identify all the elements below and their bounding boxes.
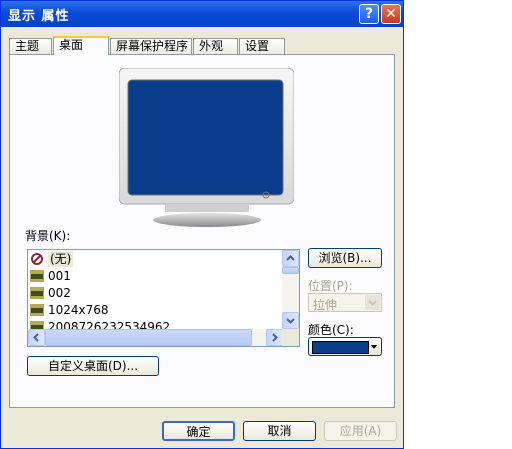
background-list[interactable]: (无) 001 002 1024x768 20087262325349​62 xyxy=(27,249,300,347)
vertical-scroll-thumb[interactable] xyxy=(282,267,299,274)
customize-desktop-button[interactable]: 自定义桌面(D)... xyxy=(27,356,159,376)
tab-screensaver[interactable]: 屏幕保护程序 xyxy=(110,38,192,54)
browse-button[interactable]: 浏览(B)... xyxy=(308,248,382,268)
display-properties-dialog: 显示 属性 ? ✕ 主题 桌面 屏幕保护程序 外观 设置 背景(K): (无) … xyxy=(0,0,404,449)
arrow-down-icon xyxy=(286,318,295,324)
scroll-down-button[interactable] xyxy=(282,312,299,329)
position-select[interactable]: 拉伸 xyxy=(308,293,382,312)
arrow-right-icon xyxy=(272,333,278,342)
scrollbar-corner xyxy=(282,329,299,346)
position-value: 拉伸 xyxy=(313,298,338,312)
monitor-preview xyxy=(119,68,294,227)
chevron-down-icon xyxy=(368,300,377,306)
tab-settings[interactable]: 设置 xyxy=(239,38,285,54)
jpeg-file-icon xyxy=(30,287,44,299)
cancel-button[interactable]: 取消 xyxy=(243,421,316,441)
tab-appearance[interactable]: 外观 xyxy=(193,38,238,54)
jpeg-file-icon xyxy=(30,304,44,316)
jpeg-file-icon xyxy=(30,270,44,282)
scroll-up-button[interactable] xyxy=(282,250,299,267)
window-title: 显示 属性 xyxy=(8,9,70,24)
arrow-left-icon xyxy=(33,333,39,342)
arrow-up-icon xyxy=(286,255,295,261)
preview-screen xyxy=(127,79,284,196)
tab-desktop[interactable]: 桌面 xyxy=(53,36,109,55)
apply-button[interactable]: 应用(A) xyxy=(324,421,397,441)
color-picker-button[interactable] xyxy=(308,337,382,356)
title-bar[interactable]: 显示 属性 ? ✕ xyxy=(1,1,403,27)
desktop-tab-panel: 背景(K): (无) 001 002 1024x768 200872623253… xyxy=(9,54,395,408)
position-label: 位置(P): xyxy=(308,279,353,293)
color-label: 颜色(C): xyxy=(308,323,354,337)
background-label: 背景(K): xyxy=(25,229,71,243)
close-button[interactable]: ✕ xyxy=(381,4,401,24)
caret-down-icon xyxy=(371,345,377,349)
position-dropdown-button[interactable] xyxy=(365,295,380,310)
scroll-right-button[interactable] xyxy=(266,329,283,346)
none-icon xyxy=(31,253,43,265)
tab-theme[interactable]: 主题 xyxy=(9,38,52,54)
horizontal-scroll-thumb[interactable] xyxy=(45,329,252,346)
scroll-left-button[interactable] xyxy=(28,329,45,346)
color-swatch xyxy=(312,341,369,354)
help-button[interactable]: ? xyxy=(359,4,379,24)
vertical-scrollbar[interactable] xyxy=(282,250,299,329)
horizontal-scrollbar[interactable] xyxy=(28,329,283,346)
ok-button[interactable]: 确定 xyxy=(162,421,235,441)
